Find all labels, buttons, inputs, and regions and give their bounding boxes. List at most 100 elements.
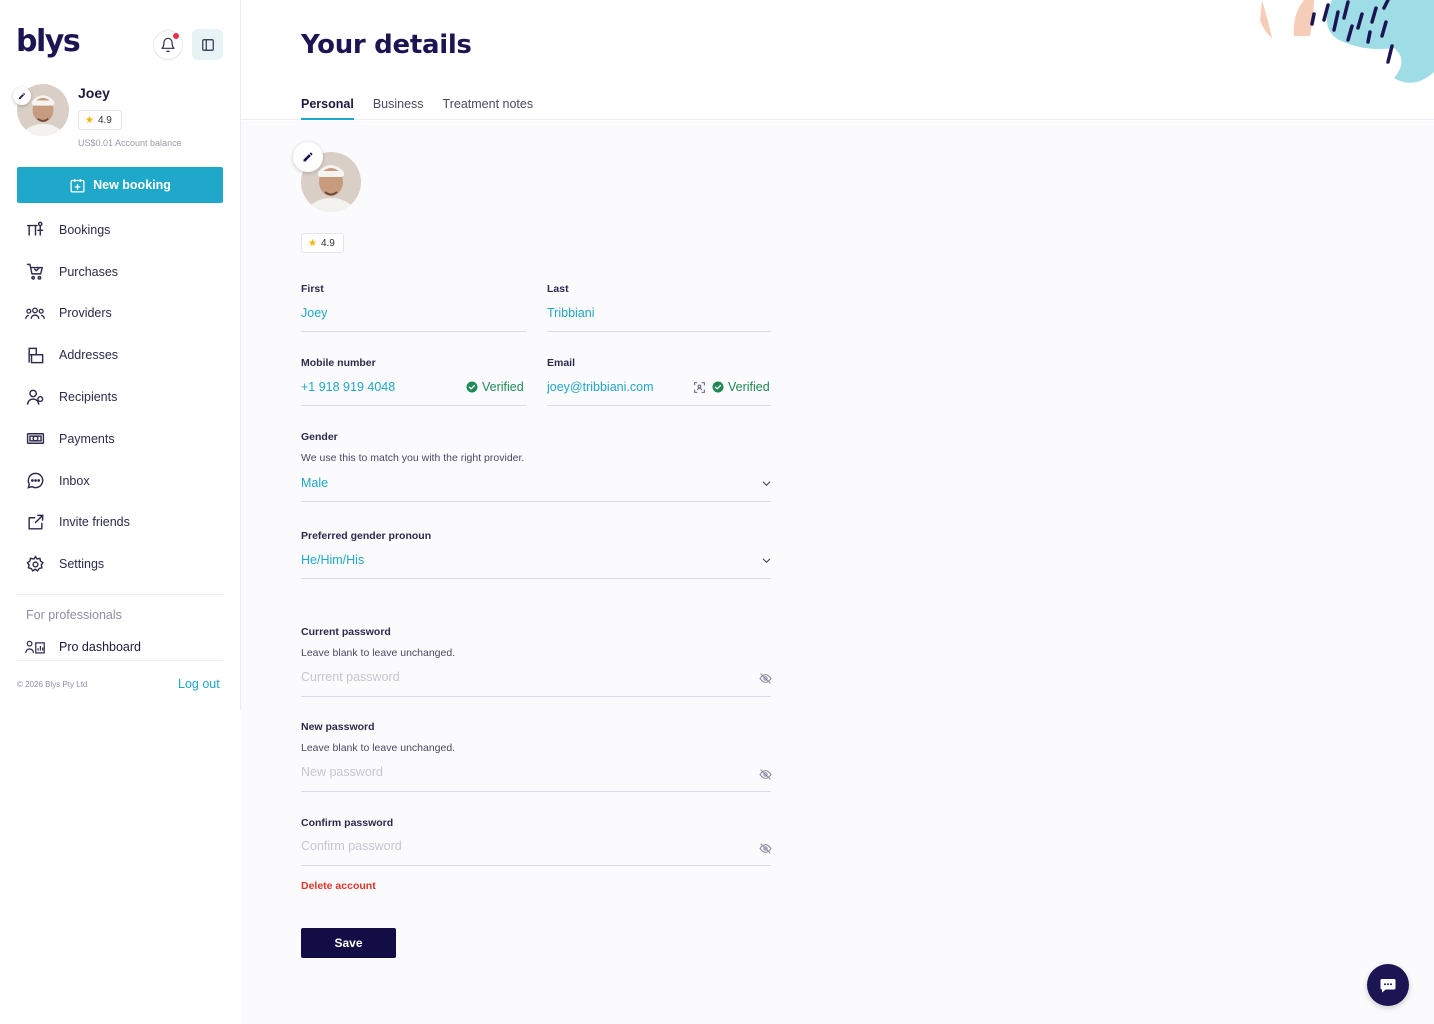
details-tabs: Personal Business Treatment notes [301,97,533,120]
new-password-label: New password [301,721,375,733]
sidebar-item-label: Bookings [59,222,111,237]
new-password-input[interactable]: New password [301,765,383,779]
share-icon [25,512,45,532]
sidebar-divider [17,660,223,661]
current-password-input[interactable]: Current password [301,670,400,684]
sidebar: blys Joey ★ 4.9 US$0.01 Account balance … [0,0,241,710]
confirm-password-input[interactable]: Confirm password [301,839,402,853]
sidebar-item-pro-dashboard[interactable]: Pro dashboard [17,636,223,658]
last-name-label: Last [547,283,569,295]
decorative-illustration [1260,0,1434,83]
first-name-input[interactable]: Joey [301,306,327,320]
recipients-icon [25,387,45,407]
user-rating: ★ 4.9 [78,110,122,130]
sidebar-item-inbox[interactable]: Inbox [17,460,223,502]
email-verified-text: Verified [728,380,770,394]
sidebar-item-bookings[interactable]: Bookings [17,209,223,251]
eye-off-icon[interactable] [759,672,772,685]
page-title: Your details [301,30,472,60]
gender-underline [301,501,771,502]
sidebar-item-purchases[interactable]: Purchases [17,251,223,293]
cart-icon [25,262,45,282]
pencil-icon [19,93,25,99]
notifications-button[interactable] [153,30,183,60]
logout-link[interactable]: Log out [178,677,220,691]
tab-personal[interactable]: Personal [301,97,354,120]
sidebar-item-label: Inbox [59,473,90,488]
copyright-text: © 2026 Blys Pty Ltd [17,680,88,689]
money-icon [25,429,45,449]
last-name-underline [547,331,771,332]
gender-select[interactable]: Male [301,476,328,490]
notification-dot [173,33,179,39]
save-button[interactable]: Save [301,928,396,958]
pro-dashboard-label: Pro dashboard [59,640,142,654]
sidebar-item-addresses[interactable]: Addresses [17,334,223,376]
first-name-underline [301,331,526,332]
pronoun-select[interactable]: He/Him/His [301,553,364,567]
mobile-input[interactable]: +1 918 919 4048 [301,380,395,394]
check-circle-icon [712,381,724,393]
email-underline [547,405,771,406]
confirm-password-underline [301,865,771,866]
new-booking-label: New booking [93,178,171,192]
pronoun-underline [301,578,771,579]
tab-business[interactable]: Business [373,97,424,120]
massage-table-icon [25,220,45,240]
confirm-password-label: Confirm password [301,817,394,829]
email-label: Email [547,357,576,369]
edit-profile-photo-button[interactable] [293,142,323,172]
sidebar-item-providers[interactable]: Providers [17,293,223,335]
mobile-verified-badge: Verified [466,380,524,394]
current-password-underline [301,696,771,697]
current-password-label: Current password [301,626,391,638]
eye-off-icon[interactable] [759,842,772,855]
star-icon: ★ [308,237,317,249]
edit-avatar-button[interactable] [13,87,31,105]
new-password-underline [301,791,771,792]
sidebar-toggle-icon [201,38,214,51]
chat-icon [1380,979,1396,993]
star-icon: ★ [85,114,94,126]
last-name-input[interactable]: Tribbiani [547,306,594,320]
gender-help-text: We use this to match you with the right … [301,452,525,464]
sidebar-item-payments[interactable]: Payments [17,418,223,460]
sidebar-item-settings[interactable]: Settings [17,543,223,585]
check-circle-icon [466,381,478,393]
sidebar-item-label: Purchases [59,264,119,279]
eye-off-icon[interactable] [759,768,772,781]
sidebar-divider [17,594,223,595]
new-booking-button[interactable]: New booking [17,167,223,203]
chat-support-button[interactable] [1367,964,1409,1006]
gender-label: Gender [301,431,338,443]
scan-icon[interactable] [693,381,706,394]
delete-account-link[interactable]: Delete account [301,880,376,892]
group-icon [25,303,45,323]
sidebar-item-label: Payments [59,431,115,446]
sidebar-toggle-button[interactable] [192,29,223,60]
profile-rating: ★ 4.9 [301,233,344,253]
sidebar-item-recipients[interactable]: Recipients [17,376,223,418]
address-icon [25,345,45,365]
blys-logo[interactable]: blys [16,24,81,60]
pro-dashboard-icon [25,639,45,656]
sidebar-item-invite-friends[interactable]: Invite friends [17,502,223,544]
user-name: Joey [78,85,110,101]
sidebar-item-label: Invite friends [59,515,130,530]
chevron-down-icon[interactable] [761,555,772,566]
email-input[interactable]: joey@tribbiani.com [547,380,653,394]
sidebar-item-label: Addresses [59,348,119,363]
mobile-verified-text: Verified [482,380,524,394]
account-balance: US$0.01 Account balance [78,138,182,148]
sidebar-item-label: Providers [59,306,112,321]
current-password-help: Leave blank to leave unchanged. [301,647,456,659]
chevron-down-icon[interactable] [761,478,772,489]
tab-treatment-notes[interactable]: Treatment notes [443,97,534,120]
mobile-underline [301,405,526,406]
first-name-label: First [301,283,324,295]
mobile-label: Mobile number [301,357,376,369]
email-verified-badge: Verified [712,380,770,394]
chat-bubble-icon [25,471,45,491]
calendar-plus-icon [70,178,85,193]
for-professionals-heading: For professionals [26,608,122,622]
